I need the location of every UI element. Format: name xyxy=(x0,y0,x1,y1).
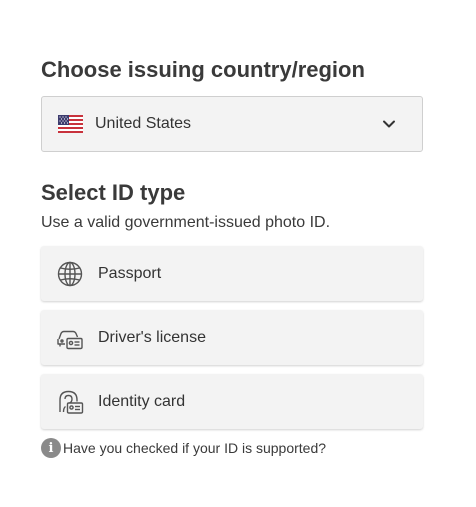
id-support-link[interactable]: Have you checked if your ID is supported… xyxy=(63,440,326,456)
id-option-drivers-license[interactable]: Driver's license xyxy=(41,310,423,365)
id-option-label: Passport xyxy=(98,264,162,282)
globe-icon xyxy=(57,261,83,286)
id-option-passport[interactable]: Passport xyxy=(41,246,423,301)
country-selected-value: United States xyxy=(95,115,192,132)
identity-card-icon xyxy=(59,390,84,414)
country-select[interactable]: United States xyxy=(41,96,423,152)
id-type-list: Passport Driver's license Identity card xyxy=(41,246,423,429)
id-type-heading: Select ID type xyxy=(41,180,186,205)
us-flag-icon xyxy=(58,115,83,133)
id-selection-form: Choose issuing country/region United Sta… xyxy=(41,56,423,458)
chevron-down-icon xyxy=(383,120,395,128)
country-heading: Choose issuing country/region xyxy=(41,57,365,82)
id-option-label: Identity card xyxy=(98,392,186,410)
info-icon: i xyxy=(41,438,61,458)
id-option-label: Driver's license xyxy=(98,328,206,346)
id-type-subtext: Use a valid government-issued photo ID. xyxy=(41,214,331,231)
id-option-identity-card[interactable]: Identity card xyxy=(41,374,423,429)
id-support-help[interactable]: i Have you checked if your ID is support… xyxy=(41,438,423,458)
car-license-icon xyxy=(57,330,83,349)
